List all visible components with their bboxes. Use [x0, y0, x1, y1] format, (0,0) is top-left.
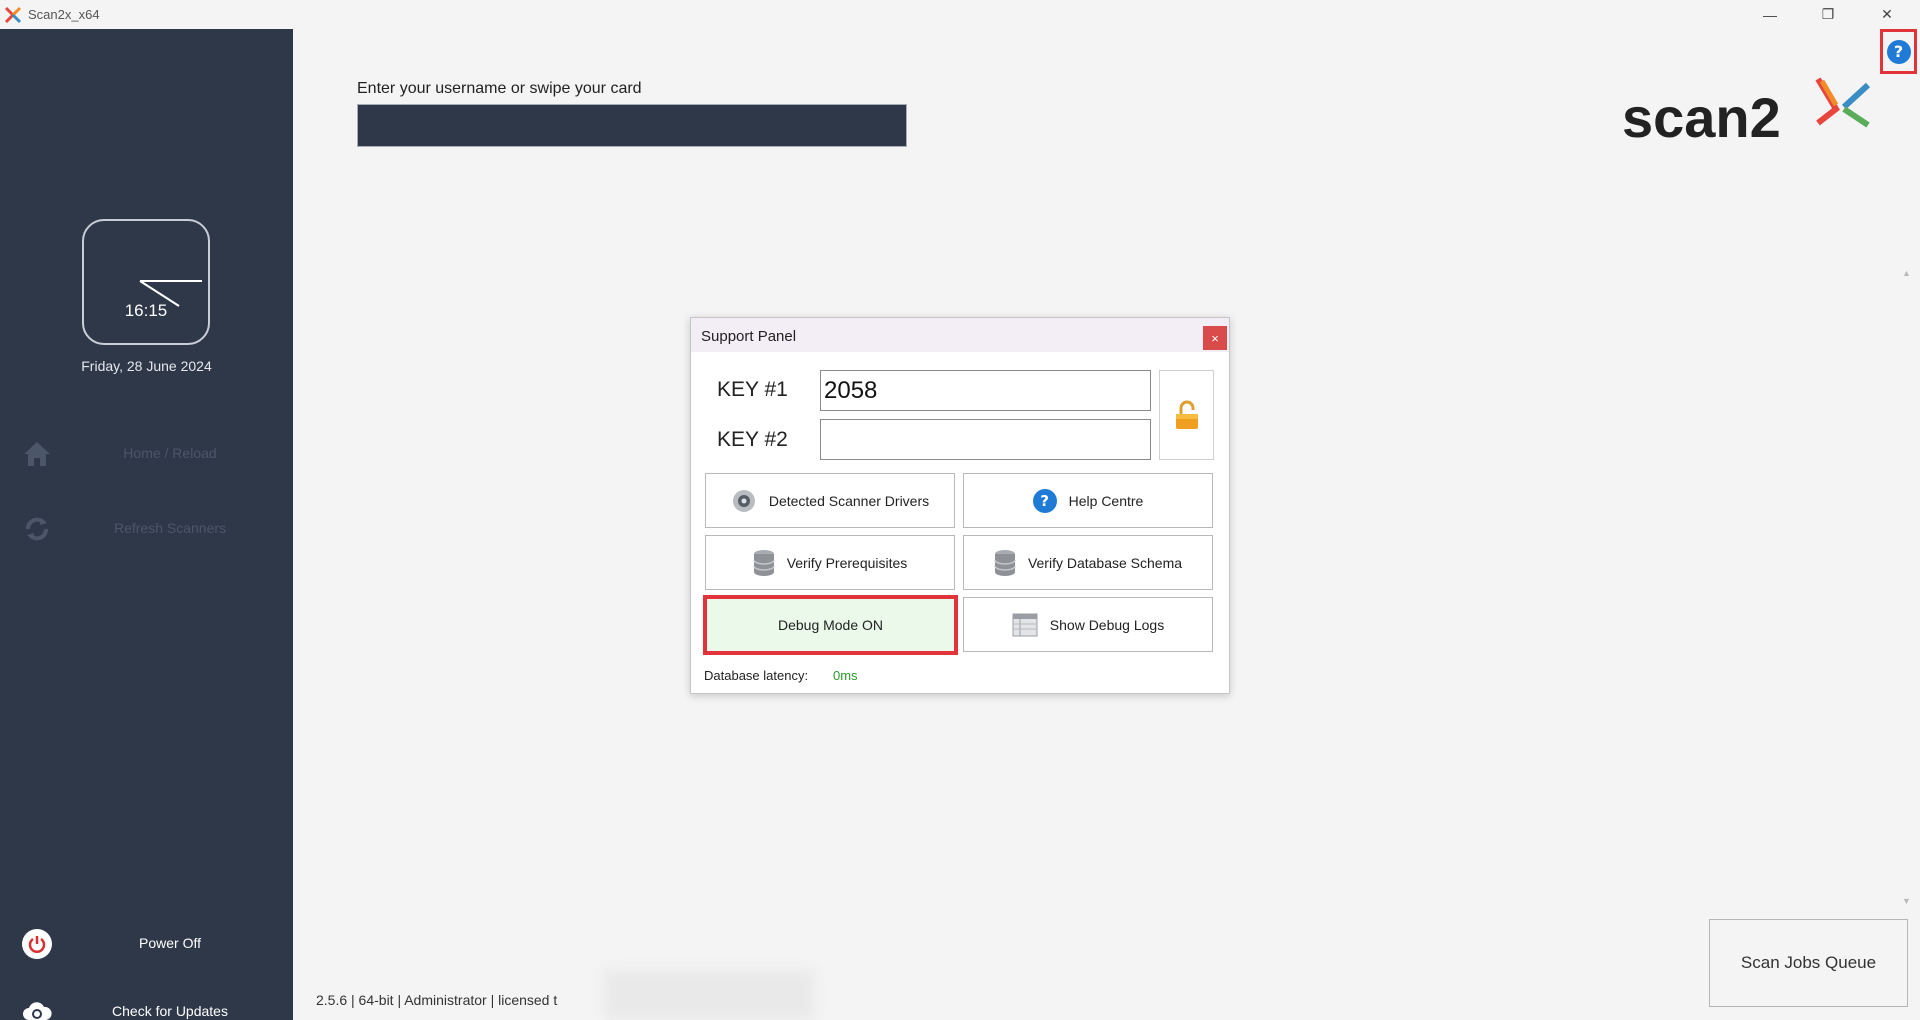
button-label: Detected Scanner Drivers	[768, 492, 930, 509]
title-bar: Scan2x_x64 — ❐ ✕	[0, 0, 1920, 29]
power-icon	[20, 929, 54, 959]
button-label: Verify Prerequisites	[786, 554, 908, 571]
scanner-icon	[731, 488, 757, 514]
dialog-close-button[interactable]: ×	[1203, 326, 1227, 350]
support-panel-dialog: Support Panel × KEY #1 KEY #2 Detected S…	[690, 317, 1230, 694]
sidebar-item-check-updates[interactable]: Check for Updates	[0, 991, 293, 1020]
key1-label: KEY #1	[717, 378, 788, 401]
restore-button[interactable]: ❐	[1805, 0, 1851, 29]
logo-text: scan2	[1622, 86, 1781, 145]
show-debug-logs-button[interactable]: Show Debug Logs	[963, 597, 1213, 652]
sidebar-item-label: Refresh Scanners	[113, 520, 227, 536]
sidebar-item-power-off[interactable]: Power Off	[0, 923, 293, 963]
verify-prerequisites-button[interactable]: Verify Prerequisites	[705, 535, 955, 590]
debug-mode-toggle-button[interactable]: Debug Mode ON	[703, 595, 958, 655]
cloud-update-icon	[20, 997, 54, 1020]
sidebar-item-refresh-scanners[interactable]: Refresh Scanners	[0, 508, 293, 548]
close-icon: ✕	[1881, 6, 1893, 22]
help-icon: ?	[1886, 39, 1911, 64]
minimize-button[interactable]: —	[1747, 0, 1793, 29]
unlock-button[interactable]	[1159, 370, 1214, 460]
home-icon	[20, 439, 54, 469]
detected-scanner-drivers-button[interactable]: Detected Scanner Drivers	[705, 473, 955, 528]
restore-icon: ❐	[1821, 6, 1835, 22]
verify-database-schema-button[interactable]: Verify Database Schema	[963, 535, 1213, 590]
key2-input[interactable]	[820, 419, 1151, 460]
redacted-area	[604, 970, 814, 1020]
version-footer: 2.5.6 | 64-bit | Administrator | license…	[316, 992, 558, 1008]
database-latency-label: Database latency:	[704, 668, 809, 683]
dialog-title: Support Panel	[701, 328, 797, 345]
scan-jobs-queue-button[interactable]: Scan Jobs Queue	[1709, 919, 1908, 1007]
analog-clock: 16:15	[82, 219, 210, 345]
sidebar: 16:15 Friday, 28 June 2024 Home / Reload…	[0, 29, 293, 1020]
clock-hands	[139, 280, 202, 307]
close-window-button[interactable]: ✕	[1864, 0, 1910, 29]
sidebar-item-home[interactable]: Home / Reload	[0, 433, 293, 473]
app-logo-icon	[4, 6, 22, 24]
button-label: Help Centre	[1068, 492, 1144, 509]
window-title: Scan2x_x64	[28, 7, 100, 22]
key2-label: KEY #2	[717, 428, 788, 451]
refresh-icon	[20, 514, 54, 544]
sidebar-item-label: Power Off	[139, 935, 201, 951]
username-input[interactable]	[357, 104, 907, 147]
help-button[interactable]: ?	[1880, 29, 1917, 74]
scan2x-logo: scan2	[1622, 77, 1871, 145]
unlock-icon	[1175, 400, 1198, 429]
button-label: Debug Mode ON	[777, 617, 884, 633]
scroll-up-icon[interactable]: ▲	[1902, 268, 1911, 278]
help-centre-button[interactable]: ? Help Centre	[963, 473, 1213, 528]
database-latency-value: 0ms	[833, 668, 858, 683]
date-label: Friday, 28 June 2024	[81, 358, 212, 374]
log-table-icon	[1012, 613, 1038, 637]
database-icon	[994, 549, 1016, 577]
help-icon: ?	[1032, 488, 1057, 513]
vertical-scrollbar[interactable]: ▲ ▼	[1900, 268, 1914, 908]
minimize-icon: —	[1763, 6, 1777, 23]
login-label: Enter your username or swipe your card	[357, 80, 642, 97]
clock-time: 16:15	[124, 301, 168, 320]
key1-input[interactable]	[820, 370, 1151, 411]
button-label: Show Debug Logs	[1049, 616, 1165, 633]
button-label: Verify Database Schema	[1027, 554, 1183, 571]
dialog-title-bar: Support Panel ×	[691, 318, 1229, 352]
scroll-down-icon[interactable]: ▼	[1902, 896, 1911, 906]
sidebar-item-label: Check for Updates	[112, 1003, 228, 1019]
database-icon	[752, 549, 775, 577]
sidebar-item-label: Home / Reload	[123, 445, 217, 461]
